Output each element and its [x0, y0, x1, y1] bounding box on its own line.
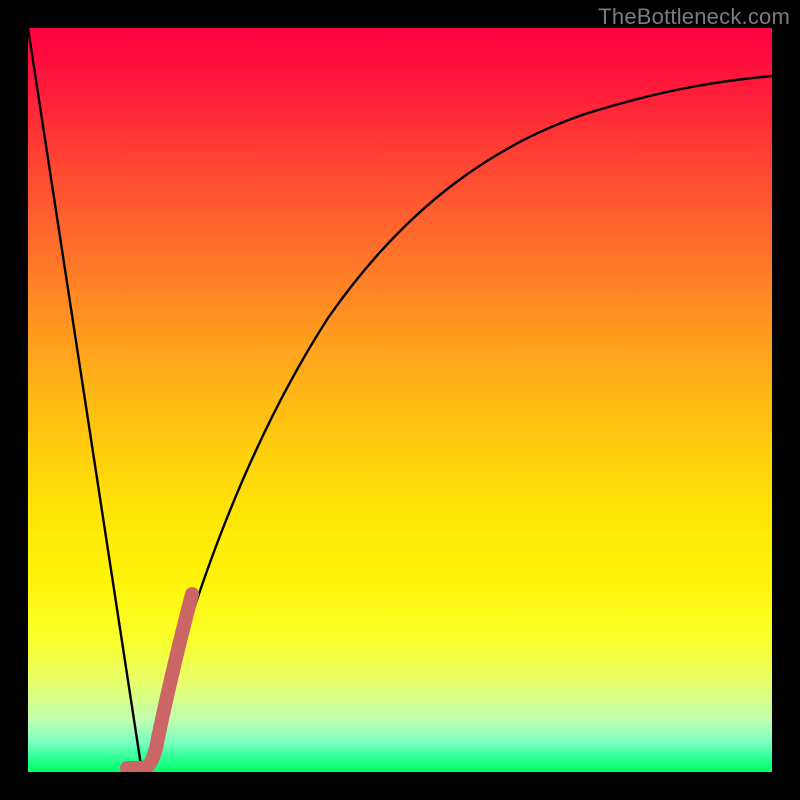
plot-area	[28, 28, 772, 772]
attribution-watermark: TheBottleneck.com	[598, 4, 790, 30]
chart-frame: TheBottleneck.com	[0, 0, 800, 800]
bottleneck-curve	[28, 28, 772, 772]
curves-layer	[28, 28, 772, 772]
